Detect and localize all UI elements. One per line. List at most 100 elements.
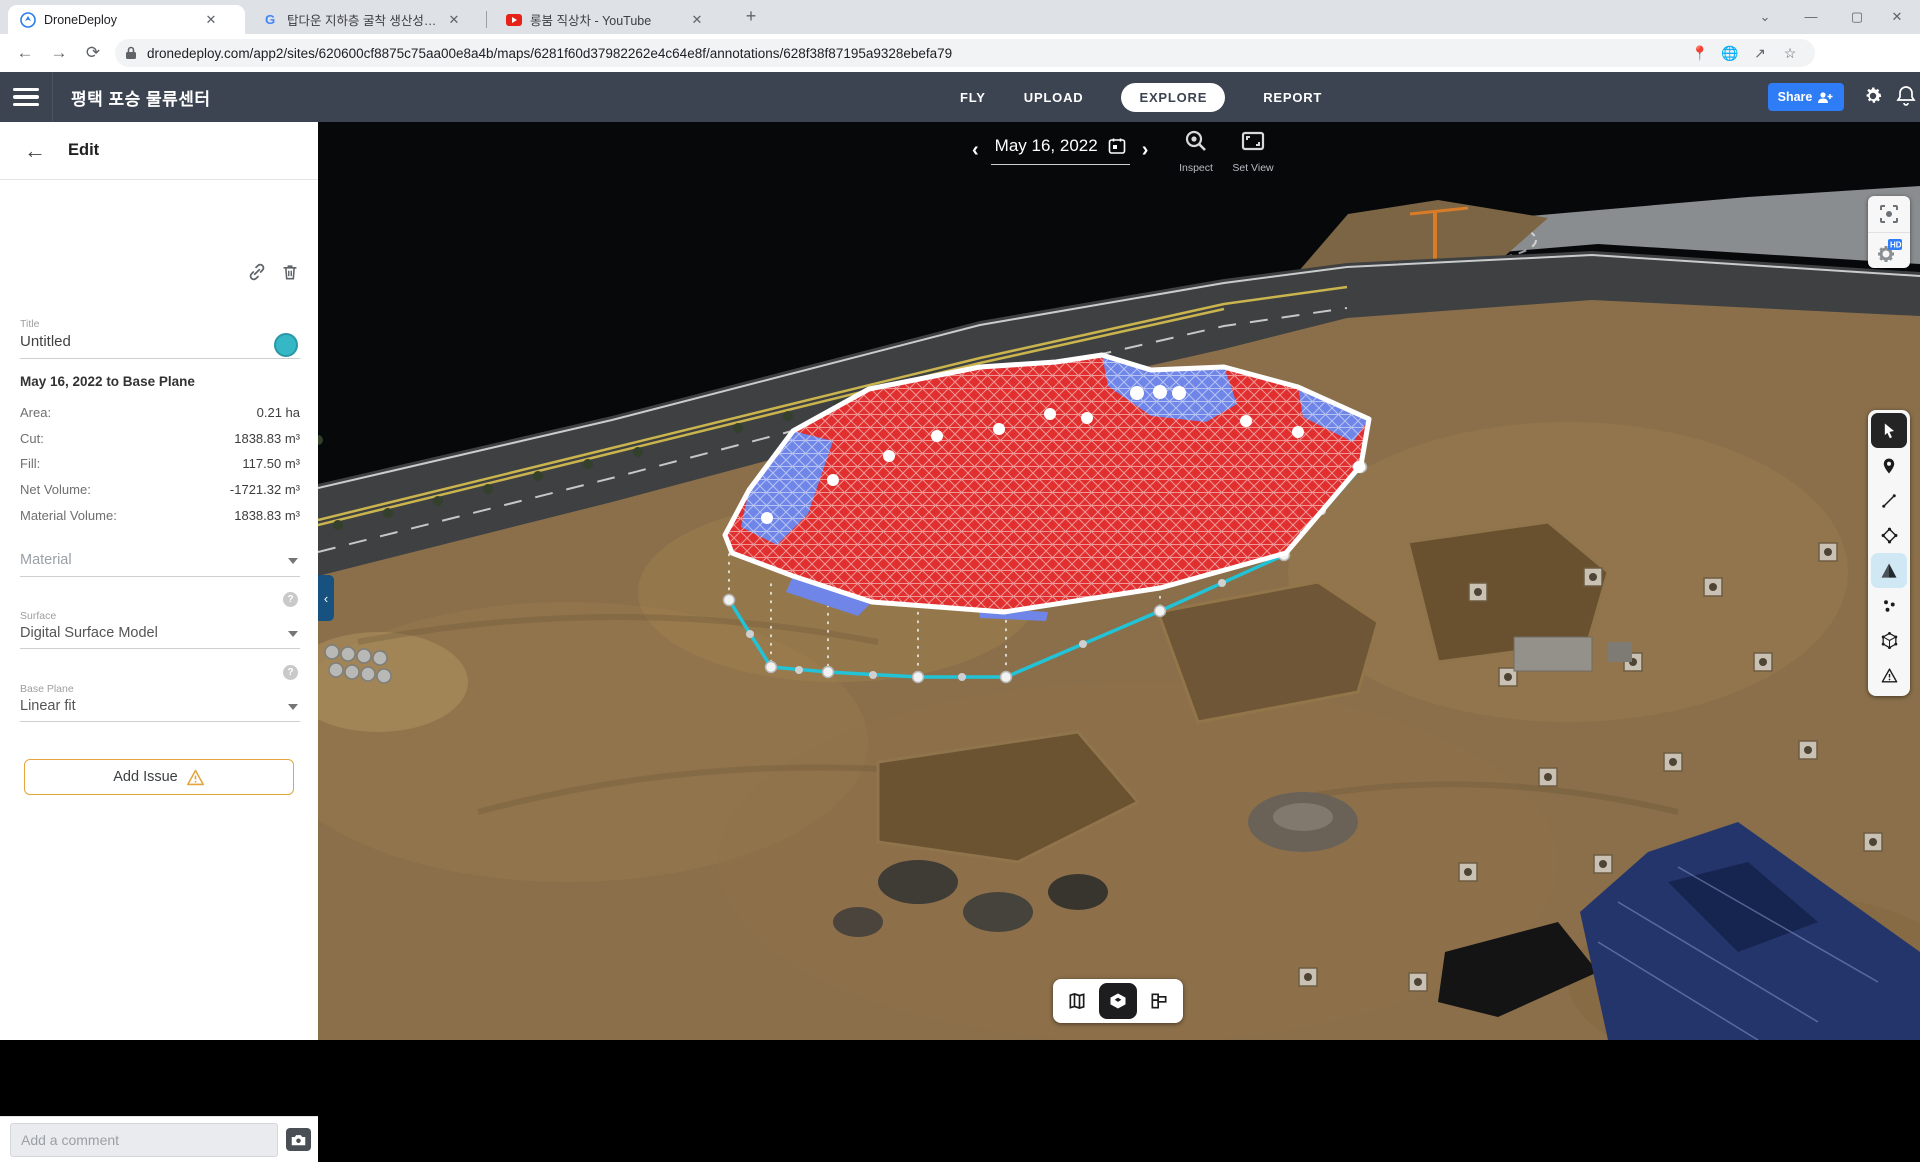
annotation-color-swatch[interactable]	[274, 333, 298, 357]
forward-icon[interactable]: →	[42, 43, 76, 63]
link-icon[interactable]	[246, 261, 268, 283]
delete-trash-icon[interactable]	[280, 261, 300, 283]
issue-triangle-icon	[1880, 666, 1899, 685]
stat-cut: Cut: 1838.83 m³	[20, 431, 300, 446]
add-people-icon	[1817, 91, 1834, 104]
tool-select[interactable]	[1871, 413, 1907, 448]
tool-area[interactable]	[1871, 518, 1907, 553]
youtube-favicon	[506, 14, 522, 26]
tool-volume[interactable]	[1871, 553, 1907, 588]
share-button[interactable]: Share	[1768, 83, 1844, 111]
stat-area: Area: 0.21 ha	[20, 405, 300, 420]
marker-pin-icon	[1880, 456, 1898, 476]
map-icon	[1067, 991, 1087, 1011]
base-plane-value: Linear fit	[20, 698, 76, 714]
notifications-bell-icon[interactable]	[1896, 85, 1916, 107]
date-picker[interactable]: May 16, 2022	[991, 136, 1130, 165]
base-plane-help-icon[interactable]: ?	[283, 665, 298, 680]
tab-title: 탑다운 지하층 굴착 생산성 - Go	[287, 10, 437, 29]
surface-field-label: Surface	[20, 610, 56, 622]
inspect-tool[interactable]: Inspect	[1168, 128, 1224, 174]
stat-value: -1721.32 m³	[230, 482, 300, 497]
google-favicon: G	[264, 12, 279, 27]
map-scene	[318, 122, 1920, 1040]
threed-view-button[interactable]	[1099, 983, 1137, 1019]
base-plane-dropdown[interactable]: Linear fit	[20, 698, 300, 714]
map-view-button[interactable]	[1058, 983, 1096, 1019]
surface-help-icon[interactable]: ?	[283, 592, 298, 607]
field-underline	[20, 358, 300, 359]
address-bar[interactable]: dronedeploy.com/app2/sites/620600cf8875c…	[115, 39, 1815, 67]
tab-google-doc[interactable]: G 탑다운 지하층 굴착 생산성 - Go ✕	[252, 5, 480, 34]
nav-fly[interactable]: FLY	[960, 90, 986, 105]
add-issue-button[interactable]: Add Issue	[24, 759, 294, 795]
hd-gear-icon: HD	[1875, 238, 1903, 264]
prev-date-icon[interactable]: ‹	[960, 139, 991, 162]
next-date-icon[interactable]: ›	[1130, 139, 1161, 162]
field-underline	[20, 576, 300, 577]
chevron-down-icon	[288, 631, 298, 637]
tab-title: DroneDeploy	[44, 13, 194, 27]
back-arrow-icon[interactable]: ←	[24, 138, 46, 164]
map-viewport[interactable]	[318, 122, 1920, 1040]
back-icon[interactable]: ←	[8, 43, 42, 63]
tool-count[interactable]	[1871, 588, 1907, 623]
dronedeploy-favicon	[20, 12, 36, 28]
recenter-button[interactable]	[1868, 196, 1910, 232]
close-icon[interactable]: ✕	[688, 11, 706, 29]
main-nav: FLY UPLOAD EXPLORE REPORT	[960, 72, 1322, 122]
view-mode-bar	[1053, 979, 1183, 1023]
set-view-tool[interactable]: Set View	[1225, 128, 1281, 174]
comment-input[interactable]	[10, 1123, 278, 1157]
calendar-icon[interactable]	[1108, 137, 1126, 155]
stat-label: Area:	[20, 405, 51, 420]
surface-dropdown[interactable]: Digital Surface Model	[20, 625, 300, 641]
material-dropdown[interactable]: Material	[20, 552, 300, 568]
edit-panel: ← Edit Title May 16, 2022 to Base Plane …	[0, 122, 318, 1040]
stat-value: 117.50 m³	[242, 456, 300, 471]
tool-issue[interactable]	[1871, 658, 1907, 693]
warning-triangle-icon	[186, 769, 205, 786]
divider	[52, 72, 53, 122]
nav-explore[interactable]: EXPLORE	[1121, 83, 1225, 112]
title-input[interactable]	[20, 333, 250, 350]
settings-gear-icon[interactable]	[1862, 85, 1884, 107]
location-icon[interactable]: 📍	[1685, 45, 1715, 62]
nav-report[interactable]: REPORT	[1263, 90, 1322, 105]
new-tab-button[interactable]: +	[736, 0, 766, 33]
tab-title: 롱붐 직상차 - YouTube	[530, 10, 680, 29]
tab-dronedeploy[interactable]: DroneDeploy ✕	[8, 5, 245, 34]
tool-marker[interactable]	[1871, 448, 1907, 483]
close-window-button[interactable]: ✕	[1874, 0, 1920, 33]
stat-fill: Fill: 117.50 m³	[20, 456, 300, 471]
camera-button[interactable]	[286, 1128, 311, 1151]
tab-youtube[interactable]: 롱붐 직상차 - YouTube ✕	[494, 5, 722, 34]
close-icon[interactable]: ✕	[202, 11, 220, 29]
reload-icon[interactable]: ⟳	[76, 43, 110, 63]
stat-label: Net Volume:	[20, 482, 91, 497]
stat-material-volume: Material Volume: 1838.83 m³	[20, 508, 300, 523]
nav-upload[interactable]: UPLOAD	[1024, 90, 1084, 105]
tab-search-icon[interactable]: ⌄	[1742, 0, 1788, 33]
stat-value: 1838.83 m³	[234, 508, 300, 523]
view-options-rail: HD	[1868, 196, 1910, 268]
split-view-button[interactable]	[1140, 983, 1178, 1019]
tool-model[interactable]	[1871, 623, 1907, 658]
cube-3d-icon	[1108, 991, 1128, 1011]
map-quality-button[interactable]: HD	[1868, 232, 1910, 268]
translate-icon[interactable]: 🌐	[1715, 45, 1745, 62]
share-page-icon[interactable]: ↗	[1745, 45, 1775, 62]
comparison-heading: May 16, 2022 to Base Plane	[20, 374, 195, 389]
stat-label: Cut:	[20, 431, 44, 446]
chevron-down-icon	[288, 704, 298, 710]
tool-distance[interactable]	[1871, 483, 1907, 518]
material-placeholder: Material	[20, 552, 72, 568]
url-text: dronedeploy.com/app2/sites/620600cf8875c…	[147, 46, 1685, 61]
sidebar-collapse-handle[interactable]: ‹	[318, 575, 334, 621]
bookmark-star-icon[interactable]: ☆	[1775, 45, 1805, 62]
close-icon[interactable]: ✕	[445, 11, 463, 29]
field-underline	[20, 648, 300, 649]
cursor-icon	[1879, 421, 1899, 441]
hamburger-menu-icon[interactable]	[13, 88, 39, 106]
minimize-button[interactable]: —	[1788, 0, 1834, 33]
